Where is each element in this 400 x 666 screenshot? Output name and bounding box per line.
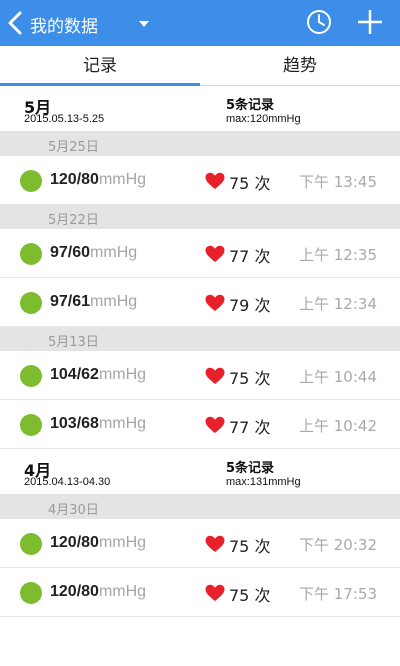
status-dot-icon [20,582,42,604]
record-time: 下午 17:53 [299,585,377,603]
day-header: 5月22日 [0,205,400,229]
day-header: 5月13日 [0,327,400,351]
pulse: 75 次 [229,174,271,193]
heart-icon [205,584,225,601]
day-header: 4月30日 [0,495,400,519]
navbar: 我的数据 [0,0,400,46]
pulse: 75 次 [229,369,271,388]
heart-icon [205,294,225,311]
record-time: 上午 12:34 [299,295,377,313]
add-icon[interactable] [356,8,384,36]
dropdown-triangle-icon[interactable] [138,19,150,29]
day-label: 5月13日 [48,335,99,350]
record-time: 下午 13:45 [299,173,377,191]
month-header: 4月 2015.04.13-04.30 5条记录 max:131mmHg [0,449,400,495]
blood-pressure: 103/68mmHg [50,415,147,432]
month-max: max:120mmHg [226,113,301,125]
pulse: 77 次 [229,418,271,437]
day-header: 5月25日 [0,132,400,156]
record-row[interactable]: 120/80mmHg 75 次 下午 20:32 [0,519,400,568]
records-list[interactable]: 5月 2015.05.13-5.25 5条记录 max:120mmHg 5月25… [0,86,400,617]
month-max: max:131mmHg [226,476,301,488]
blood-pressure: 104/62mmHg [50,366,147,383]
record-row[interactable]: 97/61mmHg 79 次 上午 12:34 [0,278,400,327]
record-time: 上午 10:44 [299,368,377,386]
month-range: 2015.04.13-04.30 [24,476,111,488]
record-row[interactable]: 120/80mmHg 75 次 下午 17:53 [0,568,400,617]
status-dot-icon [20,533,42,555]
month-record-count: 5条记录 [226,98,275,113]
status-dot-icon [20,414,42,436]
clock-icon[interactable] [306,9,332,35]
blood-pressure: 120/80mmHg [50,583,147,600]
heart-icon [205,172,225,189]
pulse: 75 次 [229,537,271,556]
blood-pressure: 97/60mmHg [50,244,138,261]
pulse: 77 次 [229,247,271,266]
heart-icon [205,367,225,384]
day-label: 5月22日 [48,213,99,228]
record-row[interactable]: 97/60mmHg 77 次 上午 12:35 [0,229,400,278]
heart-icon [205,535,225,552]
status-dot-icon [20,292,42,314]
record-time: 上午 12:35 [299,246,377,264]
pulse: 79 次 [229,296,271,315]
blood-pressure: 120/80mmHg [50,171,147,188]
tab-trends[interactable]: 趋势 [200,46,400,86]
month-record-count: 5条记录 [226,461,275,476]
status-dot-icon [20,243,42,265]
status-dot-icon [20,170,42,192]
heart-icon [205,416,225,433]
heart-icon [205,245,225,262]
blood-pressure: 120/80mmHg [50,534,147,551]
record-row[interactable]: 104/62mmHg 75 次 上午 10:44 [0,351,400,400]
blood-pressure: 97/61mmHg [50,293,138,310]
month-range: 2015.05.13-5.25 [24,113,105,125]
day-label: 5月25日 [48,140,99,155]
tab-records[interactable]: 记录 [0,46,200,86]
month-header: 5月 2015.05.13-5.25 5条记录 max:120mmHg [0,86,400,132]
back-arrow-icon[interactable] [4,10,28,36]
nav-title[interactable]: 我的数据 [30,12,98,37]
pulse: 75 次 [229,586,271,605]
status-dot-icon [20,365,42,387]
record-time: 上午 10:42 [299,417,377,435]
tab-bar: 记录 趋势 [0,46,400,86]
day-label: 4月30日 [48,503,99,518]
record-row[interactable]: 103/68mmHg 77 次 上午 10:42 [0,400,400,449]
record-row[interactable]: 120/80mmHg 75 次 下午 13:45 [0,156,400,205]
record-time: 下午 20:32 [299,536,377,554]
